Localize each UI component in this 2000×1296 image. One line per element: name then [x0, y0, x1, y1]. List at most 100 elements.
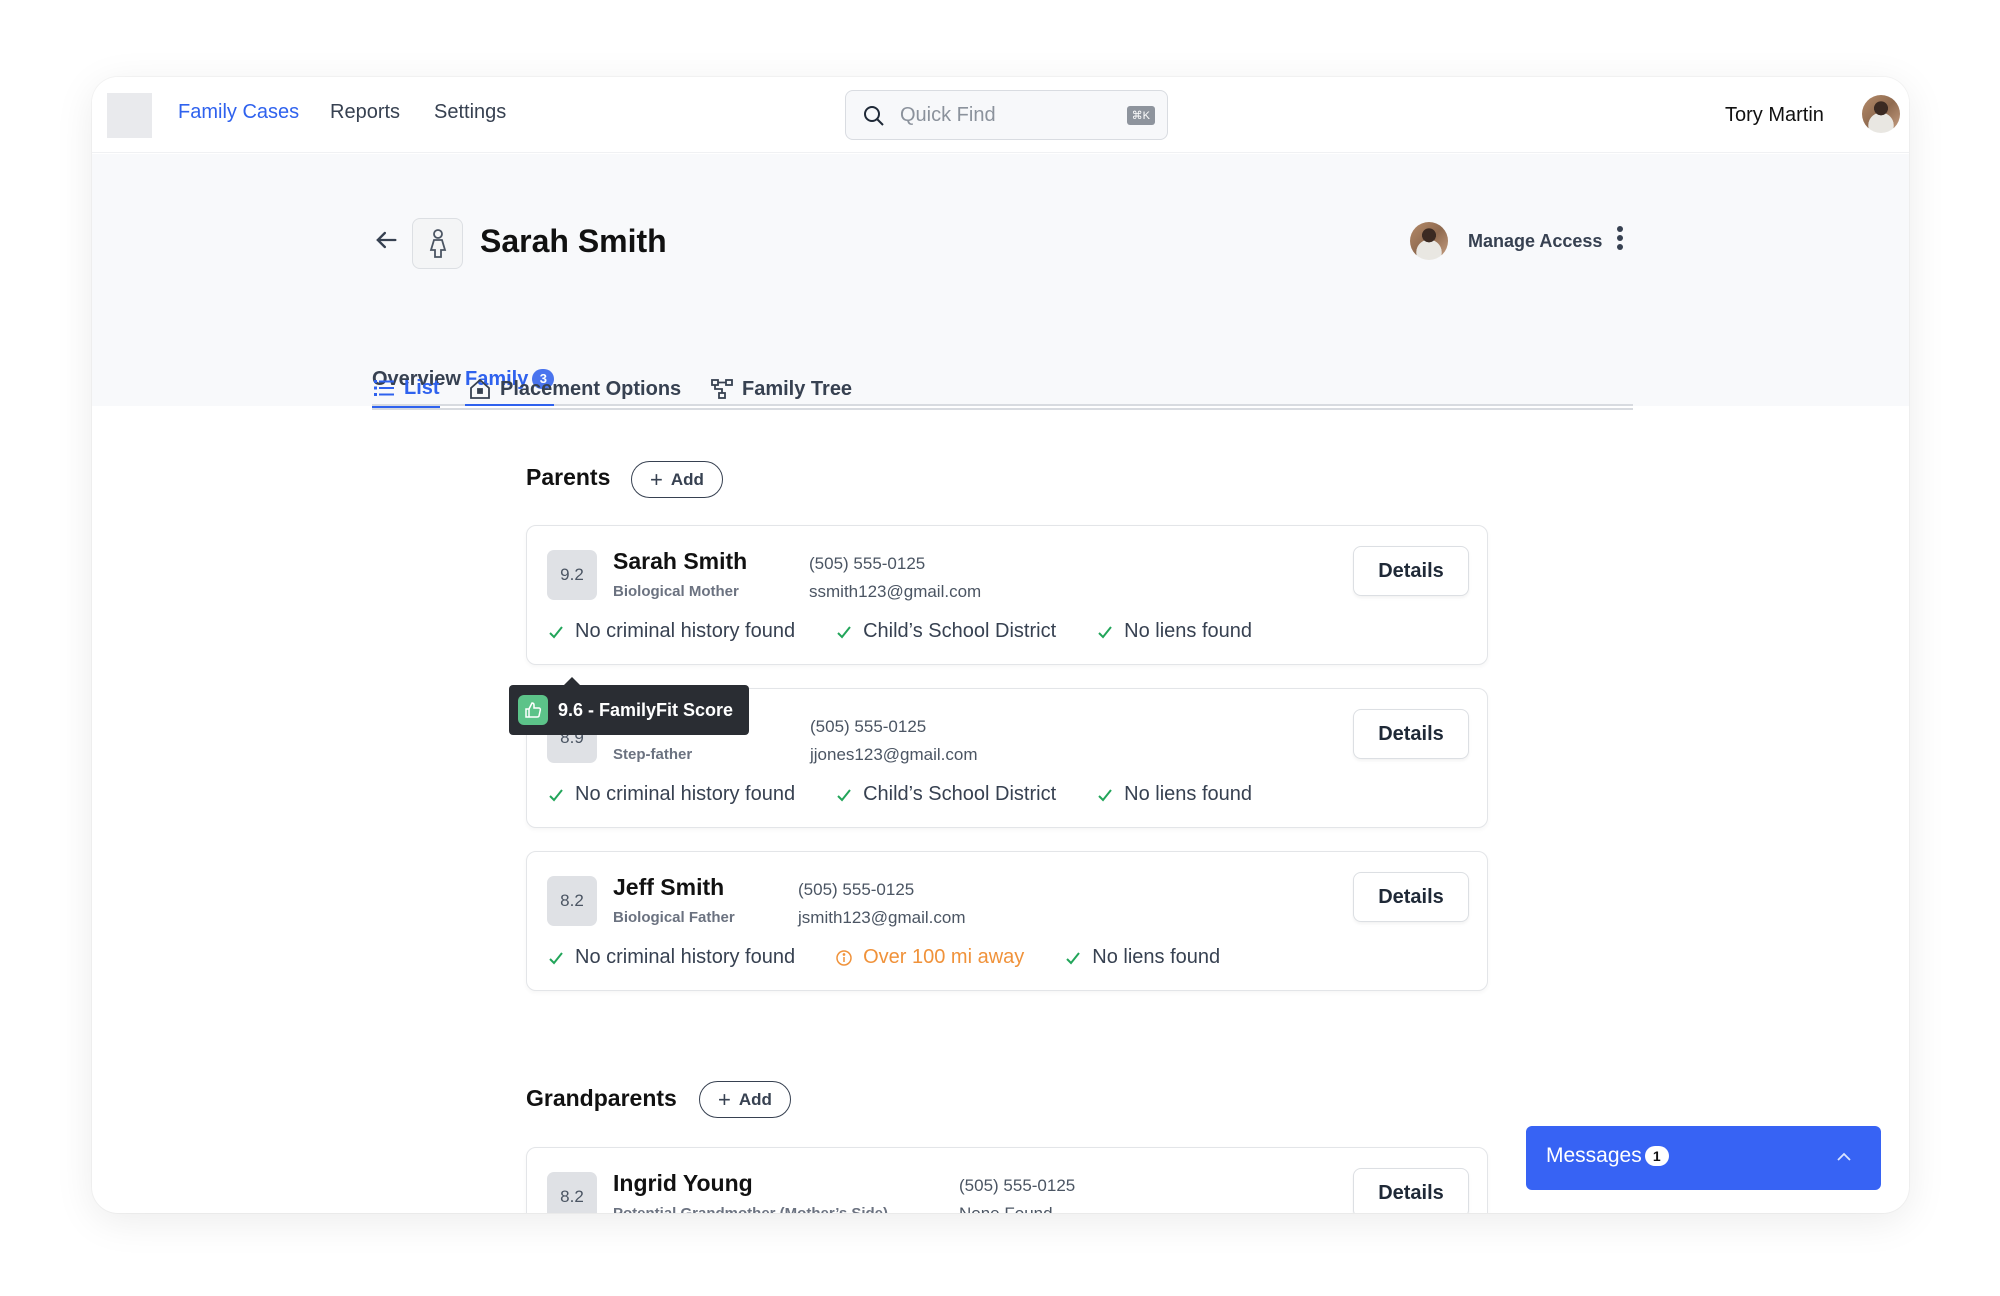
nav-reports[interactable]: Reports	[330, 101, 400, 124]
member-email: ssmith123@gmail.com	[809, 582, 982, 601]
checkmark-icon	[549, 951, 563, 964]
checkmark-icon	[549, 788, 563, 801]
check-label: No liens found	[1092, 946, 1221, 968]
subtab-family-tree[interactable]: Family Tree	[710, 370, 852, 408]
family-member-card: 9.2 Sarah Smith Biological Mother (505) …	[526, 525, 1488, 665]
female-person-icon	[429, 228, 446, 258]
quick-find-search[interactable]: Quick Find ⌘K	[845, 90, 1168, 140]
person-avatar-box	[412, 218, 463, 269]
top-navigation: Family Cases Reports Settings Quick Find…	[92, 77, 1909, 153]
member-name: Jeff Smith	[613, 874, 725, 900]
logo-placeholder[interactable]	[107, 93, 152, 138]
member-name: Ingrid Young	[613, 1170, 753, 1196]
nav-family-cases[interactable]: Family Cases	[178, 101, 299, 124]
messages-panel[interactable]: Messages 1	[1526, 1126, 1881, 1190]
plus-icon: +	[650, 466, 663, 492]
app-window: Family Cases Reports Settings Quick Find…	[92, 77, 1909, 1213]
tree-icon	[711, 379, 733, 399]
member-email: None Found	[959, 1200, 1075, 1213]
familyfit-tooltip: 9.6 - FamilyFit Score	[509, 677, 749, 735]
shortcut-hint: ⌘K	[1126, 106, 1155, 125]
member-name: Sarah Smith	[613, 548, 748, 574]
member-phone: (505) 555-0125	[810, 717, 927, 736]
list-icon	[374, 380, 394, 396]
member-role: Biological Father	[613, 909, 735, 926]
user-avatar[interactable]	[1862, 95, 1900, 133]
member-contact: (505) 555-0125 ssmith123@gmail.com	[809, 550, 981, 606]
member-phone: (505) 555-0125	[809, 554, 926, 573]
checkmark-icon	[837, 788, 851, 801]
subtab-list[interactable]: List	[372, 370, 440, 408]
check-label: No criminal history found	[575, 620, 796, 642]
checkmark-icon	[837, 625, 851, 638]
checkmark-icon	[1066, 951, 1081, 964]
add-parent-label: Add	[670, 469, 704, 489]
warning-item: Over 100 mi away	[835, 946, 1024, 969]
check-label: No liens found	[1124, 620, 1252, 642]
back-arrow-icon[interactable]	[372, 226, 400, 254]
member-email: jsmith123@gmail.com	[798, 908, 966, 927]
checkmark-icon	[549, 625, 563, 638]
check-item: No liens found	[1064, 946, 1220, 969]
check-label: No liens found	[1124, 783, 1252, 805]
check-list: No criminal history found Child’s School…	[547, 620, 1252, 643]
manage-access-avatar	[1410, 222, 1448, 260]
info-warning-icon	[836, 949, 852, 966]
member-phone: (505) 555-0125	[798, 880, 915, 899]
check-list: No criminal history found Over 100 mi aw…	[547, 946, 1220, 969]
check-item: Child’s School District	[835, 783, 1056, 806]
check-label: No criminal history found	[575, 946, 796, 968]
familyfit-score[interactable]: 8.2	[547, 876, 597, 926]
subtab-placement-label: Placement Options	[500, 377, 682, 400]
check-list: No criminal history found Child’s School…	[547, 783, 1252, 806]
member-contact: (505) 555-0125 None Found	[959, 1172, 1075, 1213]
details-button[interactable]: Details	[1353, 546, 1469, 596]
check-item: Child’s School District	[835, 620, 1056, 643]
familyfit-score[interactable]: 8.2	[547, 1172, 597, 1213]
messages-label: Messages 1	[1546, 1144, 1669, 1168]
familyfit-score[interactable]: 9.2	[547, 550, 597, 600]
subtab-list-label: List	[404, 376, 440, 399]
member-role: Potential Grandmother (Mother’s Side)	[613, 1205, 888, 1213]
member-email: jjones123@gmail.com	[810, 745, 978, 764]
add-grandparent-label: Add	[738, 1089, 772, 1109]
search-placeholder: Quick Find	[900, 104, 996, 126]
user-name: Tory Martin	[1725, 104, 1824, 126]
more-options-icon[interactable]	[1615, 226, 1625, 254]
search-icon	[864, 106, 884, 126]
check-label: No criminal history found	[575, 783, 796, 805]
details-button[interactable]: Details	[1353, 1168, 1469, 1213]
grandparents-section-title: Grandparents	[526, 1085, 677, 1111]
page-title: Sarah Smith	[480, 223, 667, 259]
checkmark-icon	[1098, 788, 1112, 801]
member-role: Biological Mother	[613, 583, 739, 600]
messages-text: Messages	[1546, 1144, 1642, 1167]
subtab-placement-options[interactable]: Placement Options	[468, 370, 681, 408]
check-item: No liens found	[1096, 620, 1252, 643]
member-contact: (505) 555-0125 jsmith123@gmail.com	[798, 876, 965, 932]
view-subtabs: List Placement Options Family Tree	[372, 360, 1633, 410]
add-grandparent-button[interactable]: + Add	[699, 1081, 791, 1118]
check-label: Child’s School District	[863, 620, 1057, 642]
family-member-card: 8.2 Jeff Smith Biological Father (505) 5…	[526, 851, 1488, 991]
check-label: Over 100 mi away	[863, 946, 1025, 968]
family-member-card: 8.2 Ingrid Young Potential Grandmother (…	[526, 1147, 1488, 1213]
member-phone: (505) 555-0125	[959, 1176, 1076, 1195]
member-contact: (505) 555-0125 jjones123@gmail.com	[810, 713, 978, 769]
messages-count-badge: 1	[1644, 1146, 1669, 1166]
chevron-up-icon[interactable]	[1835, 1148, 1853, 1166]
details-button[interactable]: Details	[1353, 709, 1469, 759]
check-item: No criminal history found	[547, 946, 795, 969]
nav-settings[interactable]: Settings	[434, 101, 506, 124]
add-parent-button[interactable]: + Add	[631, 461, 723, 498]
check-label: Child’s School District	[863, 783, 1057, 805]
tooltip-text: 9.6 - FamilyFit Score	[558, 699, 734, 720]
member-role: Step-father	[613, 746, 693, 763]
check-item: No criminal history found	[547, 620, 795, 643]
subtab-tree-label: Family Tree	[742, 377, 853, 400]
manage-access-button[interactable]: Manage Access	[1468, 231, 1602, 252]
details-button[interactable]: Details	[1353, 872, 1469, 922]
check-item: No criminal history found	[547, 783, 795, 806]
check-item: No liens found	[1096, 783, 1252, 806]
plus-icon: +	[718, 1086, 731, 1112]
